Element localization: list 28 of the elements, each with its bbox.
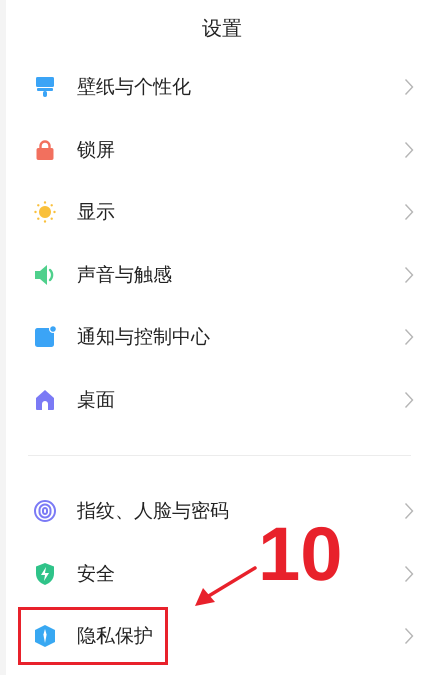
setting-label[interactable]: 通知与控制中心 [77,324,210,350]
chevron-right-icon [404,203,414,222]
privacy-icon [33,624,57,648]
setting-label[interactable]: 桌面 [77,386,115,413]
chevron-right-icon [404,502,414,520]
setting-label[interactable]: 指纹、人脸与密码 [77,498,229,524]
setting-label[interactable]: 锁屏 [77,136,115,163]
home-icon [33,388,57,412]
setting-label[interactable]: 安全 [77,560,115,587]
chevron-right-icon [404,266,414,284]
paint-roller-icon [33,75,57,100]
setting-label[interactable]: 壁纸与个性化 [77,74,191,100]
chevron-right-icon [404,78,414,96]
shield-icon [33,562,57,586]
chevron-right-icon [404,390,414,409]
chevron-right-icon [404,140,414,159]
setting-label[interactable]: 声音与触感 [77,262,172,288]
chevron-right-icon [404,328,414,346]
arrow [193,566,257,608]
notification-icon [33,325,57,350]
page-title: 设置 [201,14,243,42]
setting-label[interactable]: 隐私保护 [77,623,153,650]
step-number: 10 [258,517,343,593]
chevron-right-icon [404,627,414,646]
fingerprint-icon [33,499,57,524]
setting-label[interactable]: 显示 [77,199,115,226]
sun-icon [33,200,57,224]
chevron-right-icon [404,564,414,583]
